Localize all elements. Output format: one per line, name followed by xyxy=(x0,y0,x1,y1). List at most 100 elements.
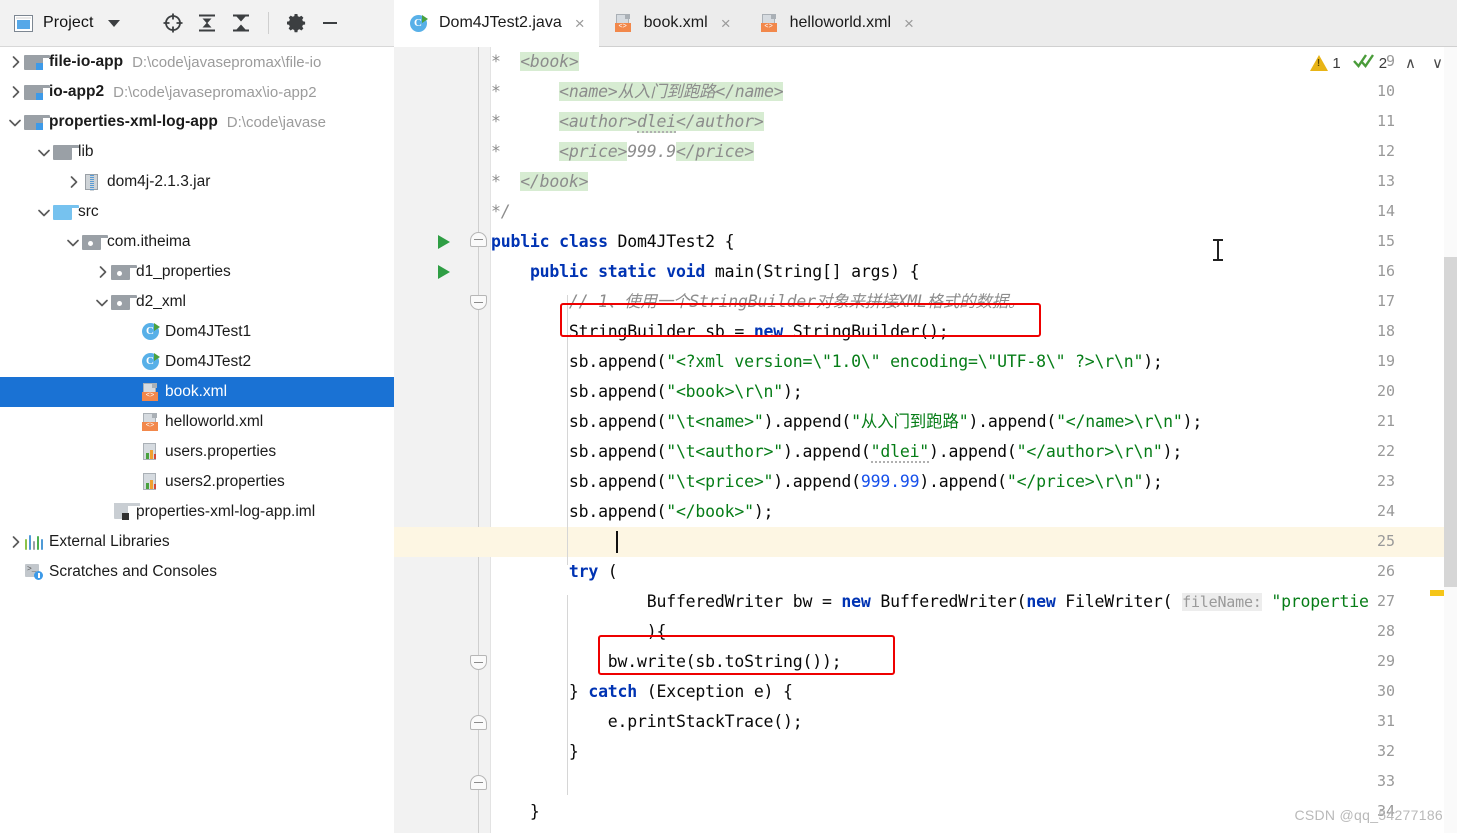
tree-item-label: External Libraries xyxy=(49,533,170,550)
tree-item-label: properties-xml-log-app.iml xyxy=(136,503,316,520)
line-number-10: 10 xyxy=(1376,82,1395,100)
tree-item-label: users2.properties xyxy=(165,473,285,490)
project-tree[interactable]: file-io-app D:\code\javasepromax\file-io i… xyxy=(0,47,394,833)
code-line-19: sb.append("<?xml version=\"1.0\" encodin… xyxy=(491,352,1163,371)
tree-item-external-libraries[interactable]: External Libraries xyxy=(0,527,394,557)
line-number-22: 22 xyxy=(1376,442,1395,460)
tree-item-label: com.itheima xyxy=(107,233,191,250)
line-number-13: 13 xyxy=(1376,172,1395,190)
chevron-right-icon[interactable] xyxy=(64,173,82,191)
editor-tab-book-xml[interactable]: <> book.xml × xyxy=(599,0,745,46)
code-line-27: BufferedWriter bw = new BufferedWriter(n… xyxy=(491,592,1369,611)
editor-tab-label: Dom4JTest2.java xyxy=(439,14,562,31)
tree-item-properties-xml-log-app[interactable]: properties-xml-log-app D:\code\javase xyxy=(0,107,394,137)
tree-item-label: file-io-app xyxy=(49,53,124,70)
run-gutter-icon-line-15[interactable] xyxy=(438,235,450,249)
expand-all-icon[interactable] xyxy=(190,6,224,40)
editor-area: C Dom4JTest2.java × <> book.xml × <> helloworld… xyxy=(394,0,1457,833)
locate-icon[interactable] xyxy=(156,6,190,40)
tree-item-label: properties-xml-log-app xyxy=(49,113,218,130)
line-number-12: 12 xyxy=(1376,142,1395,160)
code-line-10: * <name>从入门到跑路</name> xyxy=(491,82,784,101)
chevron-down-icon[interactable] xyxy=(35,203,53,221)
close-icon[interactable]: × xyxy=(900,15,918,32)
double-check-icon[interactable] xyxy=(1352,52,1375,74)
minimize-icon[interactable] xyxy=(313,6,347,40)
java-class-icon: C xyxy=(140,353,160,371)
tree-item-path: D:\code\javase xyxy=(226,113,327,131)
tree-item-dom4jtest1[interactable]: C Dom4JTest1 xyxy=(0,317,394,347)
code-line-23: sb.append("\t<price>").append(999.99).ap… xyxy=(491,472,1163,491)
code-editor[interactable]: 9 10 11 12 13 14 15 16 17 18 19 20 21 22 23 24 25 26 27 28 2… xyxy=(394,47,1457,833)
tree-item-users-properties[interactable]: users.properties xyxy=(0,437,394,467)
ide-window: Project file-io-app D:\code\javasepromax… xyxy=(0,0,1457,833)
tree-item-helloworld-xml[interactable]: <> helloworld.xml xyxy=(0,407,394,437)
ok-count: 2 xyxy=(1378,54,1388,72)
line-number-25: 25 xyxy=(1376,532,1395,550)
code-line-18: StringBuilder sb = new StringBuilder(); xyxy=(491,322,949,341)
chevron-down-icon[interactable] xyxy=(64,233,82,251)
line-number-31: 31 xyxy=(1376,712,1395,730)
package-icon xyxy=(111,293,137,311)
chevron-down-icon[interactable] xyxy=(93,293,111,311)
tree-item-com-itheima[interactable]: com.itheima xyxy=(0,227,394,257)
fold-handle-method[interactable] xyxy=(470,775,487,790)
editor-vertical-scrollbar[interactable] xyxy=(1444,257,1457,587)
editor-tab-bar[interactable]: C Dom4JTest2.java × <> book.xml × <> helloworld… xyxy=(394,0,1457,47)
editor-tab-helloworld-xml[interactable]: <> helloworld.xml × xyxy=(745,0,928,46)
scratches-icon: >_ xyxy=(24,563,44,581)
close-icon[interactable]: × xyxy=(571,15,589,32)
line-number-19: 19 xyxy=(1376,352,1395,370)
fold-handle-doc[interactable] xyxy=(470,232,487,247)
chevron-up-icon[interactable]: ∧ xyxy=(1399,54,1422,72)
line-number-23: 23 xyxy=(1376,472,1395,490)
tree-item-properties-xml-log-app-iml[interactable]: properties-xml-log-app.iml xyxy=(0,497,394,527)
chevron-right-icon[interactable] xyxy=(93,263,111,281)
tree-item-lib[interactable]: lib xyxy=(0,137,394,167)
tree-item-d1-properties[interactable]: d1_properties xyxy=(0,257,394,287)
code-line-26: try ( xyxy=(568,562,618,581)
code-line-16: public static void main(String[] args) { xyxy=(529,262,920,281)
editor-tab-dom4jtest2-java[interactable]: C Dom4JTest2.java × xyxy=(394,0,599,47)
tree-item-file-io-app[interactable]: file-io-app D:\code\javasepromax\file-io xyxy=(0,47,394,77)
tree-item-label: d1_properties xyxy=(136,263,231,280)
code-line-28: ){ xyxy=(491,622,667,641)
tree-item-dom4jtest2[interactable]: C Dom4JTest2 xyxy=(0,347,394,377)
code-line-17: // 1、使用一个StringBuilder对象来拼接XML格式的数据。 xyxy=(568,292,1025,311)
chevron-right-icon[interactable] xyxy=(6,83,24,101)
iml-file-icon xyxy=(111,503,140,521)
tree-item-label: helloworld.xml xyxy=(165,413,264,430)
project-panel: Project file-io-app D:\code\javasepromax… xyxy=(0,0,394,833)
run-gutter-icon-line-16[interactable] xyxy=(438,265,450,279)
line-number-16: 16 xyxy=(1376,262,1395,280)
project-panel-title: Project xyxy=(43,14,94,31)
chevron-down-icon[interactable] xyxy=(107,19,120,27)
xml-file-icon: <> xyxy=(140,413,160,431)
package-icon xyxy=(82,233,108,251)
gear-icon[interactable] xyxy=(279,6,313,40)
tree-item-label: lib xyxy=(78,143,94,160)
java-class-icon: C xyxy=(140,323,160,341)
line-number-33: 33 xyxy=(1376,772,1395,790)
close-icon[interactable]: × xyxy=(717,15,735,32)
chevron-right-icon[interactable] xyxy=(6,53,24,71)
chevron-down-icon[interactable] xyxy=(6,113,24,131)
chevron-down-icon[interactable]: ∨ xyxy=(1426,54,1449,72)
chevron-right-icon[interactable] xyxy=(6,533,24,551)
tree-item-dom4j-2-1-3-jar[interactable]: dom4j-2.1.3.jar xyxy=(0,167,394,197)
collapse-all-icon[interactable] xyxy=(224,6,258,40)
tree-item-users2-properties[interactable]: users2.properties xyxy=(0,467,394,497)
tree-item-src[interactable]: src xyxy=(0,197,394,227)
warning-triangle-icon[interactable] xyxy=(1310,55,1329,71)
tree-item-book-xml[interactable]: <> book.xml xyxy=(0,377,394,407)
chevron-down-icon[interactable] xyxy=(35,143,53,161)
tree-item-label: src xyxy=(78,203,99,220)
tree-item-scratches-and-consoles[interactable]: >_ Scratches and Consoles xyxy=(0,557,394,587)
tree-item-io-app2[interactable]: io-app2 D:\code\javasepromax\io-app2 xyxy=(0,77,394,107)
line-number-24: 24 xyxy=(1376,502,1395,520)
code-line-30: } catch (Exception e) { xyxy=(491,682,793,701)
tree-item-label: Dom4JTest2 xyxy=(165,353,252,370)
tree-item-path: D:\code\javasepromax\io-app2 xyxy=(113,83,317,101)
tree-item-d2-xml[interactable]: d2_xml xyxy=(0,287,394,317)
fold-handle-catch[interactable] xyxy=(470,715,487,730)
